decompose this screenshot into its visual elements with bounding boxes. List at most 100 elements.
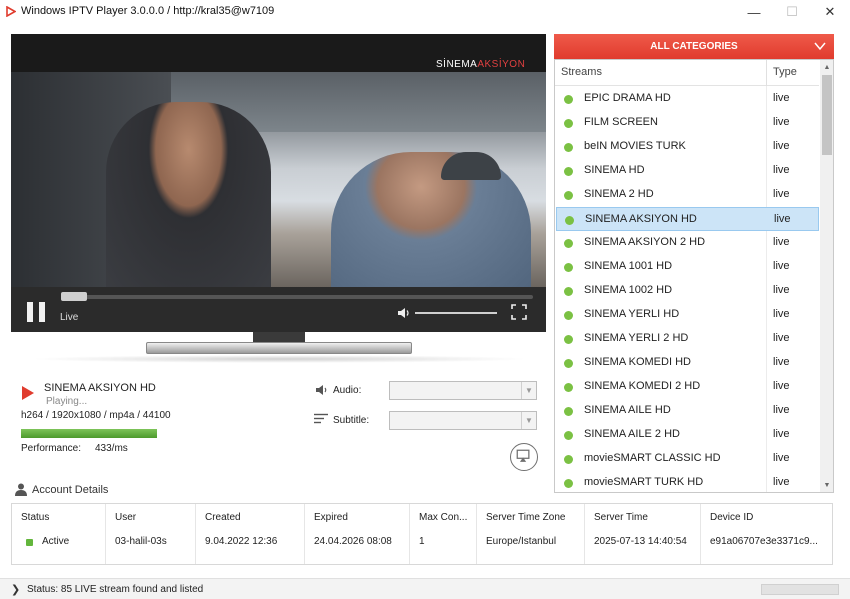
stream-name: SINEMA AKSIYON HD	[585, 213, 697, 225]
subtitle-select[interactable]: ▼	[389, 411, 537, 430]
stream-name: SINEMA AILE 2 HD	[584, 428, 680, 440]
account-column-header[interactable]: Max Con...	[419, 512, 467, 523]
stream-row[interactable]: EPIC DRAMA HD live	[556, 87, 819, 111]
account-column-value: 9.04.2022 12:36	[205, 536, 278, 547]
chevron-down-icon[interactable]	[814, 40, 826, 52]
account-column: Device ID e91a06707e3e3371c9...	[701, 504, 833, 564]
stream-type: live	[773, 116, 790, 128]
vertical-scrollbar[interactable]: ▲ ▼	[820, 60, 833, 492]
stream-name: SINEMA YERLI 2 HD	[584, 332, 689, 344]
status-text: Status: 85 LIVE stream found and listed	[27, 584, 204, 595]
subtitle-label: Subtitle:	[333, 415, 370, 426]
seek-bar[interactable]	[61, 295, 533, 299]
video-frame[interactable]	[11, 72, 546, 287]
stream-name: movieSMART TURK HD	[584, 476, 704, 488]
window-title: Windows IPTV Player 3.0.0.0 / http://kra…	[21, 5, 275, 17]
account-column: User 03-halil-03s	[106, 504, 196, 564]
performance-bar	[21, 429, 157, 438]
account-column-header[interactable]: Status	[21, 512, 49, 523]
stream-name: beIN MOVIES TURK	[584, 140, 686, 152]
stream-name: SINEMA YERLI HD	[584, 308, 680, 320]
stream-name: SINEMA 2 HD	[584, 188, 654, 200]
tv-stand-neck	[253, 332, 305, 342]
stream-type: live	[773, 308, 790, 320]
pause-icon[interactable]	[27, 302, 49, 322]
seek-thumb[interactable]	[61, 292, 87, 301]
stream-name: EPIC DRAMA HD	[584, 92, 671, 104]
channel-logo-main: SİNEMA	[436, 59, 478, 70]
account-column-header[interactable]: Created	[205, 512, 241, 523]
account-column-value: e91a06707e3e3371c9...	[710, 536, 818, 547]
account-column-header[interactable]: User	[115, 512, 136, 523]
codec-info: h264 / 1920x1080 / mp4a / 44100	[21, 410, 171, 421]
stream-row[interactable]: SINEMA KOMEDI HD live	[556, 351, 819, 375]
account-column-header[interactable]: Expired	[314, 512, 348, 523]
channel-logo: SİNEMAAKSİYON	[436, 59, 525, 70]
chevron-down-icon[interactable]: ▼	[521, 412, 536, 429]
video-player[interactable]: SİNEMAAKSİYON Live	[11, 34, 546, 332]
maximize-button[interactable]: ☐	[773, 0, 811, 24]
live-status-dot-icon	[564, 119, 573, 128]
account-column: Server Time 2025-07-13 14:40:54	[585, 504, 701, 564]
scroll-down-icon[interactable]: ▼	[820, 478, 833, 492]
stream-row[interactable]: FILM SCREEN live	[556, 111, 819, 135]
app-logo-icon	[6, 6, 16, 17]
stream-row[interactable]: SINEMA HD live	[556, 159, 819, 183]
audio-track-select[interactable]: ▼	[389, 381, 537, 400]
chevron-down-icon[interactable]: ▼	[521, 382, 536, 399]
chevron-right-icon[interactable]: ❯	[11, 583, 20, 596]
category-dropdown[interactable]: ALL CATEGORIES	[554, 34, 834, 59]
account-column-value: Europe/Istanbul	[486, 536, 557, 547]
account-details-title: Account Details	[32, 484, 109, 496]
live-status-dot-icon	[564, 455, 573, 464]
stream-row[interactable]: beIN MOVIES TURK live	[556, 135, 819, 159]
account-column-header[interactable]: Server Time	[594, 512, 648, 523]
account-column-header[interactable]: Device ID	[710, 512, 753, 523]
stream-type: live	[773, 236, 790, 248]
close-button[interactable]: ✕	[811, 0, 849, 24]
stream-row[interactable]: SINEMA YERLI 2 HD live	[556, 327, 819, 351]
account-column-header[interactable]: Server Time Zone	[486, 512, 565, 523]
stream-row[interactable]: SINEMA AKSIYON 2 HD live	[556, 231, 819, 255]
cast-icon	[516, 449, 530, 462]
stream-type: live	[773, 140, 790, 152]
stream-row[interactable]: SINEMA AILE 2 HD live	[556, 423, 819, 447]
scrollbar-thumb[interactable]	[822, 75, 832, 155]
stream-list[interactable]: Streams Type EPIC DRAMA HD live FILM SCREE…	[554, 59, 834, 493]
stream-row[interactable]: SINEMA 1002 HD live	[556, 279, 819, 303]
stream-row[interactable]: SINEMA YERLI HD live	[556, 303, 819, 327]
stream-type: live	[773, 188, 790, 200]
volume-slider[interactable]	[415, 312, 497, 314]
stream-row[interactable]: SINEMA AILE HD live	[556, 399, 819, 423]
stream-type: live	[773, 428, 790, 440]
stream-type: live	[773, 260, 790, 272]
volume-icon[interactable]	[397, 306, 411, 320]
stream-type: live	[773, 476, 790, 488]
stream-list-header: Streams Type	[555, 60, 819, 86]
minimize-button[interactable]: —	[735, 0, 773, 24]
stream-row[interactable]: SINEMA 2 HD live	[556, 183, 819, 207]
stream-row[interactable]: SINEMA KOMEDI 2 HD live	[556, 375, 819, 399]
column-header-streams[interactable]: Streams	[561, 66, 602, 78]
stream-type: live	[774, 213, 791, 225]
account-column: Created 9.04.2022 12:36	[196, 504, 305, 564]
cast-button[interactable]	[510, 443, 538, 471]
column-header-type[interactable]: Type	[773, 66, 797, 78]
stream-type: live	[773, 356, 790, 368]
live-status-dot-icon	[564, 167, 573, 176]
status-bar: ❯ Status: 85 LIVE stream found and liste…	[0, 578, 850, 599]
stream-row[interactable]: SINEMA 1001 HD live	[556, 255, 819, 279]
stream-row[interactable]: movieSMART CLASSIC HD live	[556, 447, 819, 471]
live-status-dot-icon	[564, 311, 573, 320]
stream-row[interactable]: SINEMA AKSIYON HD live	[556, 207, 819, 231]
live-status-dot-icon	[564, 287, 573, 296]
scroll-up-icon[interactable]: ▲	[820, 60, 833, 74]
account-column-value: Active	[42, 536, 70, 547]
stream-type: live	[773, 284, 790, 296]
account-column-value: 03-halil-03s	[115, 536, 167, 547]
stream-type: live	[773, 404, 790, 416]
stream-row[interactable]: movieSMART TURK HD live	[556, 471, 819, 492]
stream-name: SINEMA HD	[584, 164, 645, 176]
stream-name: SINEMA 1001 HD	[584, 260, 673, 272]
fullscreen-icon[interactable]	[511, 304, 527, 320]
